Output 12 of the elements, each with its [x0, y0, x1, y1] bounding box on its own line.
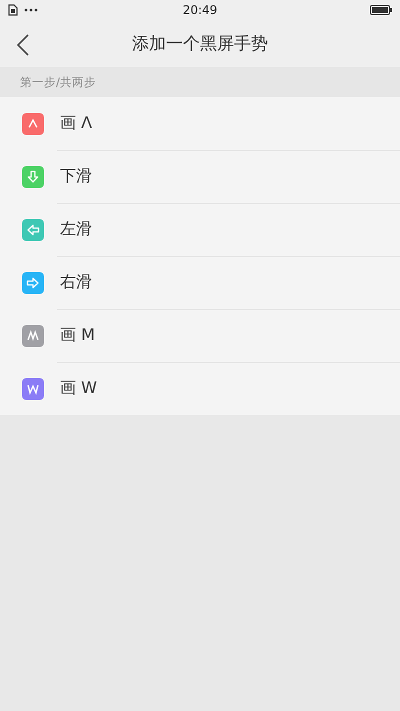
gesture-item[interactable]: 右滑	[60, 272, 92, 293]
sim-icon	[8, 4, 18, 16]
gesture-item[interactable]: 下滑	[60, 166, 92, 187]
gesture-item[interactable]: 画 Λ	[60, 113, 92, 134]
gesture-item[interactable]: 左滑	[60, 219, 92, 240]
step-label: 第一步/共两步	[20, 74, 96, 90]
battery-icon	[370, 5, 392, 15]
gesture-item[interactable]: 画 W	[60, 378, 97, 399]
more-icon	[24, 8, 38, 12]
status-time: 20:49	[182, 3, 218, 17]
page-title: 添加一个黑屏手势	[132, 33, 268, 55]
gesture-item[interactable]: 画 M	[60, 325, 95, 346]
